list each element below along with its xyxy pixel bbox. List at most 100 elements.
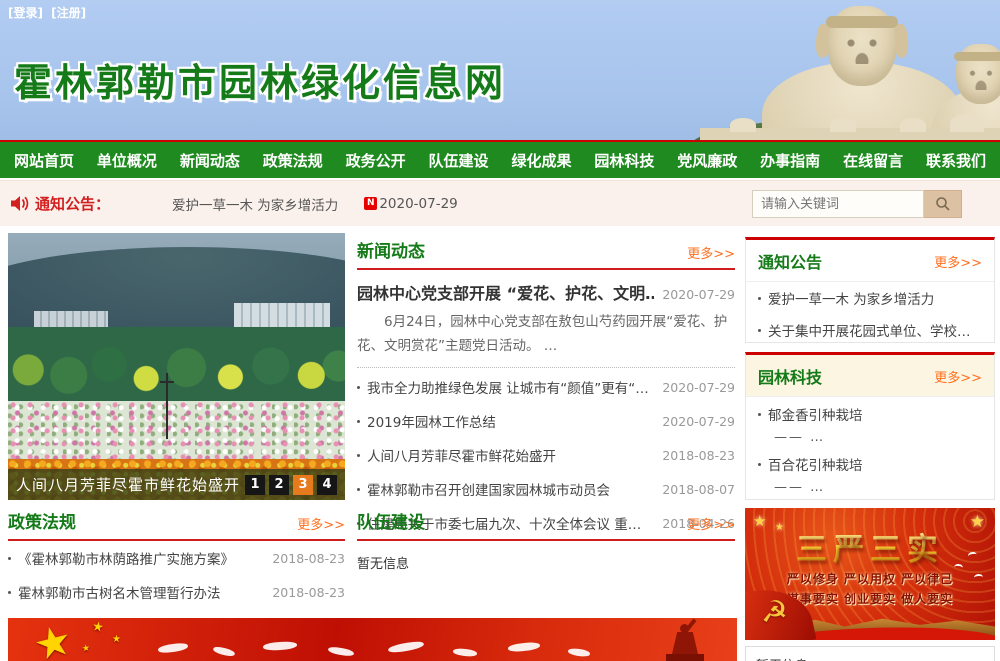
carousel-page-4[interactable]: 4: [317, 475, 337, 495]
statue-small-face: [964, 66, 998, 90]
search-input[interactable]: [752, 190, 924, 218]
news-item-title[interactable]: 人间八月芳菲尽霍市鲜花始盛开: [367, 445, 652, 465]
policy-item-title[interactable]: 《霍林郭勒市林荫路推广实施方案》: [18, 548, 262, 568]
policy-item-date: 2018-08-23: [272, 585, 345, 600]
nav-item-policy[interactable]: 政策法规: [263, 150, 323, 171]
tech-item-title[interactable]: 郁金香引种栽培: [768, 404, 982, 424]
featured-article-summary: 6月24日，园林中心党支部在敖包山芍药园开展“爱花、护花、文明赏花”主题党日活动…: [357, 310, 735, 358]
register-link[interactable]: [注册]: [51, 6, 86, 20]
bottom-red-banner[interactable]: ★ ★ ★ ★: [8, 618, 737, 661]
login-link[interactable]: [登录]: [8, 6, 43, 20]
photo-carousel[interactable]: 人间八月芳菲尽霍市鲜花始盛开 1 2 3 4: [8, 233, 345, 500]
garden-tech-header: 园林科技 更多>>: [746, 355, 994, 397]
bullet-icon: [758, 413, 761, 416]
hammer-sickle-icon: ☭: [761, 595, 788, 630]
notices-box-title: 通知公告: [758, 249, 822, 273]
garden-tech-more-link[interactable]: 更多>>: [934, 367, 982, 386]
star-icon: ★: [112, 634, 121, 645]
policy-item-title[interactable]: 霍林郭勒市古树名木管理暂行办法: [18, 582, 262, 602]
search-box: [752, 190, 962, 218]
tech-item-subline: —— …: [746, 426, 994, 447]
notice-bar-link[interactable]: 爱护一草一木 为家乡增活力: [172, 194, 338, 214]
team-section: 队伍建设 更多>> 暂无信息: [357, 508, 735, 572]
policy-list-item: 霍林郭勒市古树名木管理暂行办法 2018-08-23: [8, 575, 345, 609]
main-nav: 网站首页 单位概况 新闻动态 政策法规 政务公开 队伍建设 绿化成果 园林科技 …: [0, 140, 1000, 178]
garden-tech-box: 园林科技 更多>> 郁金香引种栽培 —— … 百合花引种栽培 —— …: [745, 352, 995, 500]
featured-article-date: 2020-07-29: [662, 287, 735, 302]
nav-item-contact[interactable]: 联系我们: [926, 150, 986, 171]
featured-article-title[interactable]: 园林中心党支部开展 “爱花、护花、文明…: [357, 280, 654, 304]
notices-box: 通知公告 更多>> 爱护一草一木 为家乡增活力 关于集中开展花园式单位、学校、工…: [745, 237, 995, 343]
team-more-link[interactable]: 更多>>: [687, 514, 735, 533]
news-item-title[interactable]: 2019年园林工作总结: [367, 411, 652, 431]
policy-more-link[interactable]: 更多>>: [297, 514, 345, 533]
magnifier-icon: [935, 196, 951, 212]
nav-item-news[interactable]: 新闻动态: [180, 150, 240, 171]
calligraphy-stroke: [388, 640, 425, 654]
notice-list-item: 爱护一草一木 为家乡增活力: [746, 282, 994, 314]
news-item-title[interactable]: 霍林郭勒市召开创建国家园林城市动员会: [367, 479, 652, 499]
calligraphy-stroke: [328, 646, 355, 657]
bullet-icon: [357, 420, 360, 423]
news-item-title[interactable]: 我市全力助推绿色发展 让城市有“颜值”更有“气质”: [367, 377, 652, 397]
notices-box-header: 通知公告 更多>>: [746, 240, 994, 282]
nav-item-garden-tech[interactable]: 园林科技: [594, 150, 654, 171]
carousel-page-2[interactable]: 2: [269, 475, 289, 495]
policy-item-date: 2018-08-23: [272, 551, 345, 566]
policy-section-header: 政策法规 更多>>: [8, 508, 345, 541]
nav-item-about[interactable]: 单位概况: [97, 150, 157, 171]
speaker-icon: [10, 195, 29, 212]
nav-item-team[interactable]: 队伍建设: [429, 150, 489, 171]
yurt-shape: [950, 114, 984, 132]
search-button[interactable]: [924, 190, 962, 218]
carousel-photo-pole: [166, 373, 168, 439]
nav-item-online-message[interactable]: 在线留言: [843, 150, 903, 171]
news-list-item: 霍林郭勒市召开创建国家园林城市动员会 2018-08-07: [357, 472, 735, 506]
nav-item-greening-results[interactable]: 绿化成果: [511, 150, 571, 171]
tech-list-item: 百合花引种栽培: [746, 447, 994, 476]
featured-article: 园林中心党支部开展 “爱花、护花、文明… 2020-07-29: [357, 280, 735, 304]
nav-item-service-guide[interactable]: 办事指南: [760, 150, 820, 171]
statue-silhouette-base: [666, 654, 704, 661]
calligraphy-stroke: [158, 642, 189, 654]
carousel-photo-flower-field: [8, 401, 345, 465]
carousel-page-3[interactable]: 3: [293, 475, 313, 495]
notice-list-item: 关于集中开展花园式单位、学校、工厂…: [746, 314, 994, 346]
site-title: 霍林郭勒市园林绿化信息网: [14, 52, 506, 107]
notice-bar-date: 2020-07-29: [379, 196, 457, 212]
carousel-caption-bar: 人间八月芳菲尽霍市鲜花始盛开 1 2 3 4: [8, 469, 345, 500]
statue-silhouette-body: [672, 632, 698, 654]
bullet-icon: [758, 463, 761, 466]
yurt-shape: [830, 118, 856, 132]
tech-item-title[interactable]: 百合花引种栽培: [768, 454, 982, 474]
bullet-icon: [8, 557, 11, 560]
nav-item-home[interactable]: 网站首页: [14, 150, 74, 171]
statue-silhouette-head: [680, 624, 689, 633]
news-section-title: 新闻动态: [357, 237, 425, 262]
team-section-title: 队伍建设: [357, 508, 425, 533]
carousel-caption[interactable]: 人间八月芳菲尽霍市鲜花始盛开: [16, 474, 240, 495]
news-more-link[interactable]: 更多>>: [687, 243, 735, 262]
news-section-header: 新闻动态 更多>>: [357, 237, 735, 270]
bullet-icon: [357, 488, 360, 491]
carousel-page-1[interactable]: 1: [245, 475, 265, 495]
notice-bar: 通知公告： 爱护一草一木 为家乡增活力 N 2020-07-29: [0, 180, 1000, 226]
calligraphy-stroke: [212, 645, 235, 657]
promo-banner[interactable]: ★ ★ ★ 三严三实 严以修身 严以用权 严以律己 谋事要实 创业要实 做人要实…: [745, 508, 995, 640]
nav-item-party-conduct[interactable]: 党风廉政: [677, 150, 737, 171]
news-list-item: 我市全力助推绿色发展 让城市有“颜值”更有“气质” 2020-07-29: [357, 370, 735, 404]
news-list-item: 人间八月芳菲尽霍市鲜花始盛开 2018-08-23: [357, 438, 735, 472]
page: [登录] [注册] 霍林郭勒市园林绿化信息网 网站首页 单位概况 新闻动态: [0, 0, 1000, 661]
notice-item-title[interactable]: 关于集中开展花园式单位、学校、工厂…: [768, 320, 982, 340]
nav-item-gov-affairs[interactable]: 政务公开: [346, 150, 406, 171]
star-icon: ★: [29, 618, 76, 661]
bottom-right-box: 暂无信息: [745, 646, 995, 661]
policy-list-item: 《霍林郭勒市林荫路推广实施方案》 2018-08-23: [8, 541, 345, 575]
yurt-shape: [900, 118, 926, 132]
notice-item-title[interactable]: 爱护一草一木 为家乡增活力: [768, 288, 982, 308]
star-icon: ★: [91, 619, 105, 636]
notices-more-link[interactable]: 更多>>: [934, 252, 982, 271]
auth-links: [登录] [注册]: [8, 4, 90, 21]
site-header: [登录] [注册] 霍林郭勒市园林绿化信息网: [0, 0, 1000, 140]
tech-item-subline: —— …: [746, 476, 994, 497]
